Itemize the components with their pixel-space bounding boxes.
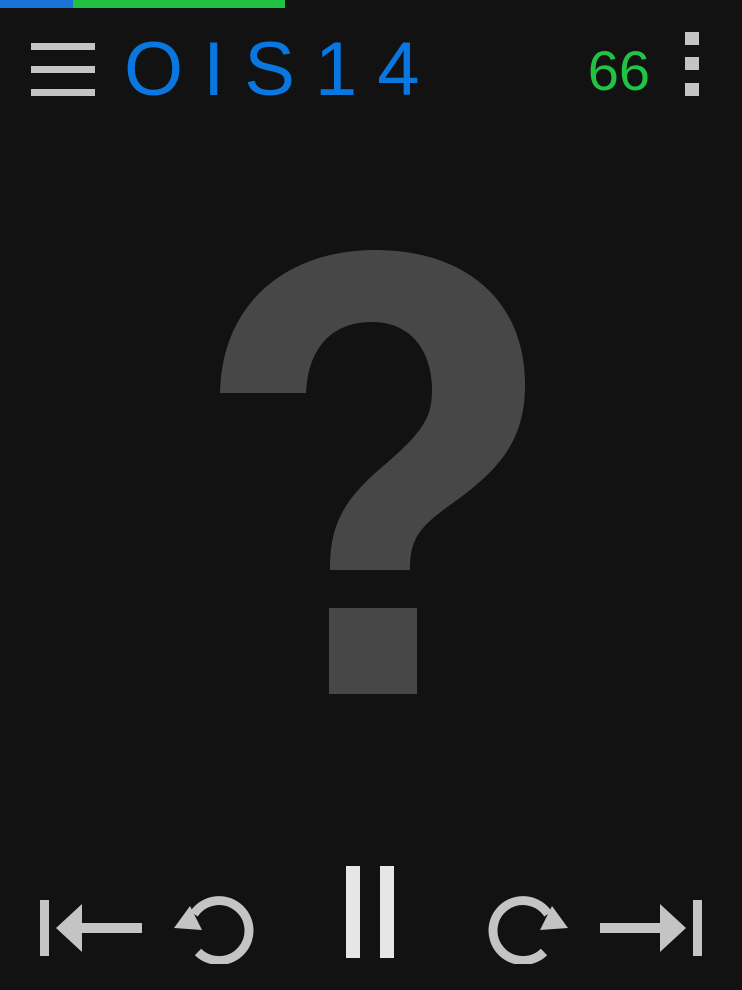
more-options-button[interactable] xyxy=(678,30,706,100)
pause-icon xyxy=(346,866,394,958)
rotate-back-icon xyxy=(174,896,254,966)
skip-next-button[interactable] xyxy=(596,896,706,960)
transport-controls xyxy=(0,850,742,980)
app-title: OIS14 xyxy=(124,27,440,112)
pause-button[interactable] xyxy=(340,864,402,960)
skip-to-start-icon xyxy=(40,900,142,956)
progress-segment-second xyxy=(73,0,285,8)
vertical-dots-icon xyxy=(685,32,699,96)
menu-button[interactable] xyxy=(28,40,98,100)
forward-button[interactable] xyxy=(484,894,570,966)
player-screen: OIS14 66 xyxy=(0,0,742,990)
hamburger-menu-icon xyxy=(31,43,95,96)
progress-segment-first xyxy=(0,0,73,8)
rewind-button[interactable] xyxy=(172,894,258,966)
unknown-artwork xyxy=(210,240,540,710)
progress-bar xyxy=(0,0,742,8)
counter-value: 66 xyxy=(587,39,650,102)
header-bar: OIS14 66 xyxy=(0,24,742,116)
skip-previous-button[interactable] xyxy=(36,896,146,960)
rotate-forward-icon xyxy=(488,896,568,966)
skip-to-end-icon xyxy=(600,900,702,956)
question-mark-icon xyxy=(220,250,525,694)
